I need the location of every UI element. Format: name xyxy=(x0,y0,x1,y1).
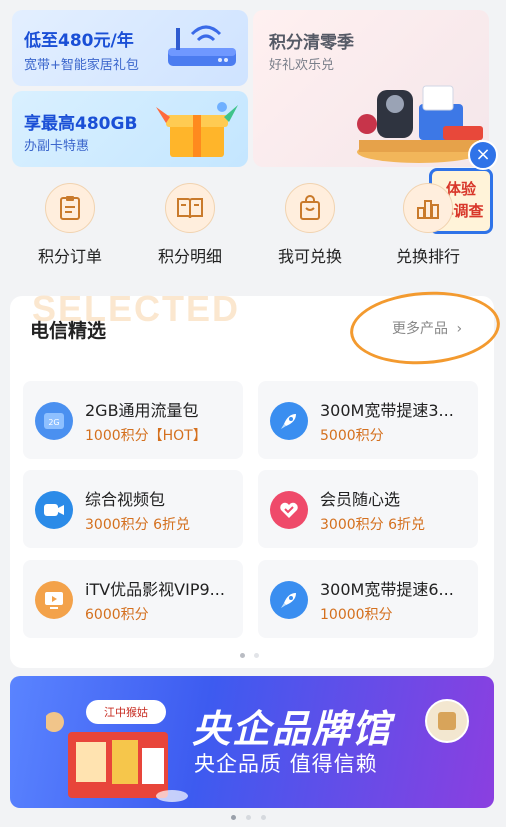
ranking-icon xyxy=(403,183,453,233)
product-price: 10000积分 xyxy=(320,607,393,623)
promo-points-clear-subtitle: 好礼欢乐兑 xyxy=(269,58,335,73)
product-name: 300M宽带提速6... xyxy=(320,580,454,599)
product-name: 会员随心选 xyxy=(320,490,401,509)
banner-pager-dot xyxy=(261,815,266,820)
product-card[interactable]: 综合视频包 3000积分 6折兑 xyxy=(23,470,243,548)
product-gift-illustration: 江中猴姑 xyxy=(46,700,188,802)
product-card[interactable]: 会员随心选 3000积分 6折兑 xyxy=(258,470,478,548)
decor-coin-icon xyxy=(425,699,469,743)
video-camera-icon xyxy=(35,491,73,529)
tv-icon xyxy=(35,581,73,619)
product-card[interactable]: iTV优品影视VIP9... 6000积分 xyxy=(23,560,243,638)
product-name: iTV优品影视VIP9... xyxy=(85,580,225,599)
nav-redeem-ranking[interactable]: 兑换排行 xyxy=(378,183,478,267)
section-pager-dot-active xyxy=(240,653,245,658)
product-price: 3000积分 6折兑 xyxy=(85,517,190,533)
promo-broadband-subtitle: 宽带+智能家居礼包 xyxy=(24,58,139,73)
data-card-icon: 2G xyxy=(35,402,73,440)
nav-points-details[interactable]: 积分明细 xyxy=(140,183,240,267)
router-icon xyxy=(168,25,236,66)
product-price: 1000积分【HOT】 xyxy=(85,428,207,444)
promo-broadband-card[interactable]: 低至480元/年 宽带+智能家居礼包 xyxy=(12,10,248,86)
rocket-icon xyxy=(270,581,308,619)
promo-sim-title: 享最高480GB xyxy=(24,114,138,134)
nav-label: 兑换排行 xyxy=(395,247,460,266)
nav-label: 积分明细 xyxy=(157,247,222,266)
clipboard-icon xyxy=(45,183,95,233)
product-price: 6000积分 xyxy=(85,607,149,623)
product-price: 5000积分 xyxy=(320,428,384,444)
product-name: 综合视频包 xyxy=(85,490,166,509)
promo-points-clear-title: 积分清零季 xyxy=(269,33,354,53)
nav-redeemable[interactable]: 我可兑换 xyxy=(260,183,360,267)
rocket-icon xyxy=(270,402,308,440)
banner-title: 央企品牌馆 xyxy=(192,707,393,751)
product-card[interactable]: 2G 2GB通用流量包 1000积分【HOT】 xyxy=(23,381,243,459)
gift-box-icon xyxy=(156,102,238,157)
promo-broadband-title: 低至480元/年 xyxy=(24,31,134,51)
svg-text:2G: 2G xyxy=(48,418,59,427)
product-name: 300M宽带提速3... xyxy=(320,401,454,420)
promo-points-clear-card[interactable]: 积分清零季 好礼欢乐兑 xyxy=(253,10,489,167)
promo-sim-card[interactable]: 享最高480GB 办副卡特惠 xyxy=(12,91,248,167)
svg-text:江中猴姑: 江中猴姑 xyxy=(104,705,148,719)
close-icon[interactable]: × xyxy=(468,140,498,170)
bag-icon xyxy=(285,183,335,233)
banner-pager-dot-active xyxy=(231,815,236,820)
heart-icon xyxy=(270,491,308,529)
book-icon xyxy=(165,183,215,233)
nav-points-orders[interactable]: 积分订单 xyxy=(20,183,120,267)
nav-label: 积分订单 xyxy=(37,247,102,266)
section-title: 电信精选 xyxy=(30,320,107,342)
product-price: 3000积分 6折兑 xyxy=(320,517,425,533)
product-card[interactable]: 300M宽带提速6... 10000积分 xyxy=(258,560,478,638)
product-name: 2GB通用流量包 xyxy=(85,401,199,420)
banner-pager-dot xyxy=(246,815,251,820)
promo-sim-subtitle: 办副卡特惠 xyxy=(24,139,90,154)
banner-subtitle: 央企品质 值得信赖 xyxy=(194,752,378,776)
section-pager-dot xyxy=(254,653,259,658)
product-card[interactable]: 300M宽带提速3... 5000积分 xyxy=(258,381,478,459)
nav-label: 我可兑换 xyxy=(277,247,342,266)
